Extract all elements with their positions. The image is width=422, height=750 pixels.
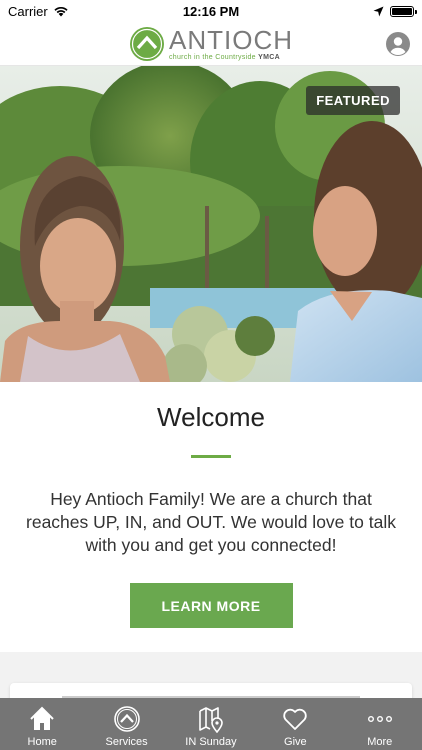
app-header: ANTIOCH church in the Countryside YMCA <box>0 22 422 66</box>
status-right <box>373 5 417 17</box>
status-time: 12:16 PM <box>182 3 240 19</box>
wifi-icon <box>54 6 68 17</box>
tab-in-sunday-label: IN Sunday <box>185 736 237 748</box>
tab-home[interactable]: Home <box>0 705 84 748</box>
tab-more-label: More <box>367 736 393 748</box>
tab-give[interactable]: Give <box>253 705 337 748</box>
status-bar: Carrier 12:16 PM <box>0 0 422 22</box>
tab-home-label: Home <box>27 736 57 748</box>
carrier-label: Carrier <box>8 3 48 19</box>
services-icon <box>113 706 140 732</box>
welcome-card: Welcome Hey Antioch Family! We are a chu… <box>0 382 422 652</box>
featured-badge: FEATURED <box>306 86 400 115</box>
logo-text: ANTIOCH church in the Countryside YMCA <box>169 27 293 61</box>
status-left: Carrier <box>8 4 69 19</box>
tab-services[interactable]: Services <box>85 705 169 748</box>
tab-services-label: Services <box>105 736 148 748</box>
profile-icon[interactable] <box>386 32 410 56</box>
learn-more-button[interactable]: LEARN MORE <box>129 583 293 628</box>
map-icon <box>199 707 223 733</box>
battery-icon <box>390 5 417 17</box>
home-icon <box>30 706 54 730</box>
welcome-divider <box>191 455 231 458</box>
welcome-body: Hey Antioch Family! We are a church that… <box>26 489 396 555</box>
welcome-title: Welcome <box>157 402 265 432</box>
more-icon <box>367 715 392 722</box>
logo-mark-icon <box>130 26 164 61</box>
heart-icon <box>283 708 308 730</box>
tab-in-sunday[interactable]: IN Sunday <box>169 705 253 748</box>
tab-give-label: Give <box>284 736 307 748</box>
tab-bar: Home Services IN Sunday Give More <box>0 698 422 750</box>
antioch-logo: ANTIOCH church in the Countryside YMCA <box>129 26 293 62</box>
featured-hero-image[interactable]: FEATURED <box>0 66 422 382</box>
location-arrow-icon <box>373 6 384 16</box>
logo-name: ANTIOCH <box>169 24 293 55</box>
logo-subtitle: church in the Countryside YMCA <box>169 53 280 61</box>
tab-more[interactable]: More <box>338 705 422 748</box>
